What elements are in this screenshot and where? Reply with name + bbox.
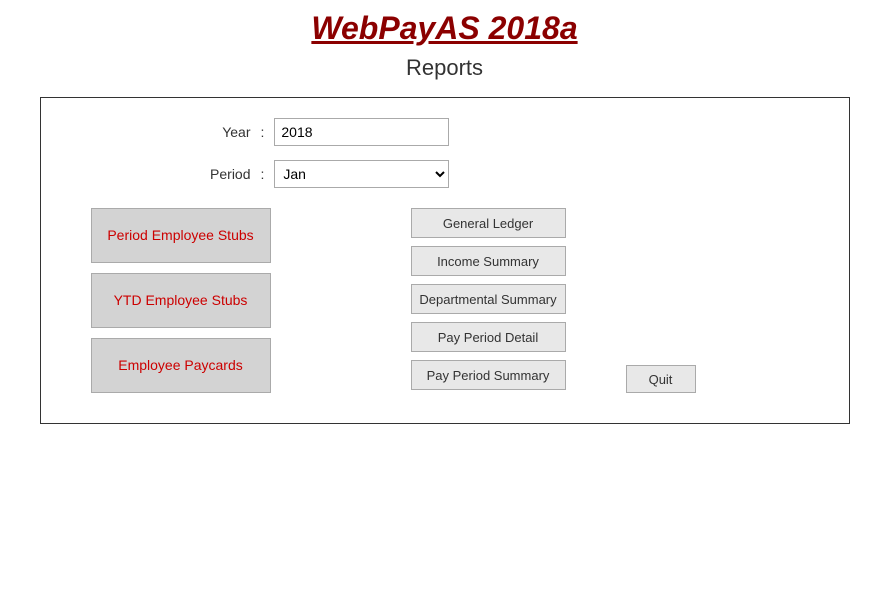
- year-label: Year: [171, 124, 251, 140]
- quit-button[interactable]: Quit: [626, 365, 696, 393]
- period-select[interactable]: Jan Feb Mar Apr May Jun Jul Aug Sep Oct …: [274, 160, 449, 188]
- page-heading: Reports: [406, 55, 483, 81]
- departmental-summary-button[interactable]: Departmental Summary: [411, 284, 566, 314]
- year-row: Year :: [171, 118, 819, 146]
- ytd-employee-stubs-button[interactable]: YTD Employee Stubs: [91, 273, 271, 328]
- pay-period-summary-button[interactable]: Pay Period Summary: [411, 360, 566, 390]
- employee-paycards-button[interactable]: Employee Paycards: [91, 338, 271, 393]
- period-row: Period : Jan Feb Mar Apr May Jun Jul Aug…: [171, 160, 819, 188]
- buttons-area: Period Employee Stubs YTD Employee Stubs…: [71, 208, 819, 393]
- quit-area: Quit: [626, 208, 696, 393]
- year-colon: :: [261, 124, 265, 140]
- main-content-box: Year : Period : Jan Feb Mar Apr May Jun …: [40, 97, 850, 424]
- left-buttons-group: Period Employee Stubs YTD Employee Stubs…: [91, 208, 311, 393]
- period-employee-stubs-button[interactable]: Period Employee Stubs: [91, 208, 271, 263]
- period-label: Period: [171, 166, 251, 182]
- general-ledger-button[interactable]: General Ledger: [411, 208, 566, 238]
- income-summary-button[interactable]: Income Summary: [411, 246, 566, 276]
- period-colon: :: [261, 166, 265, 182]
- app-title: WebPayAS 2018a: [311, 10, 577, 47]
- year-input[interactable]: [274, 118, 449, 146]
- right-buttons-group: General Ledger Income Summary Department…: [411, 208, 566, 393]
- pay-period-detail-button[interactable]: Pay Period Detail: [411, 322, 566, 352]
